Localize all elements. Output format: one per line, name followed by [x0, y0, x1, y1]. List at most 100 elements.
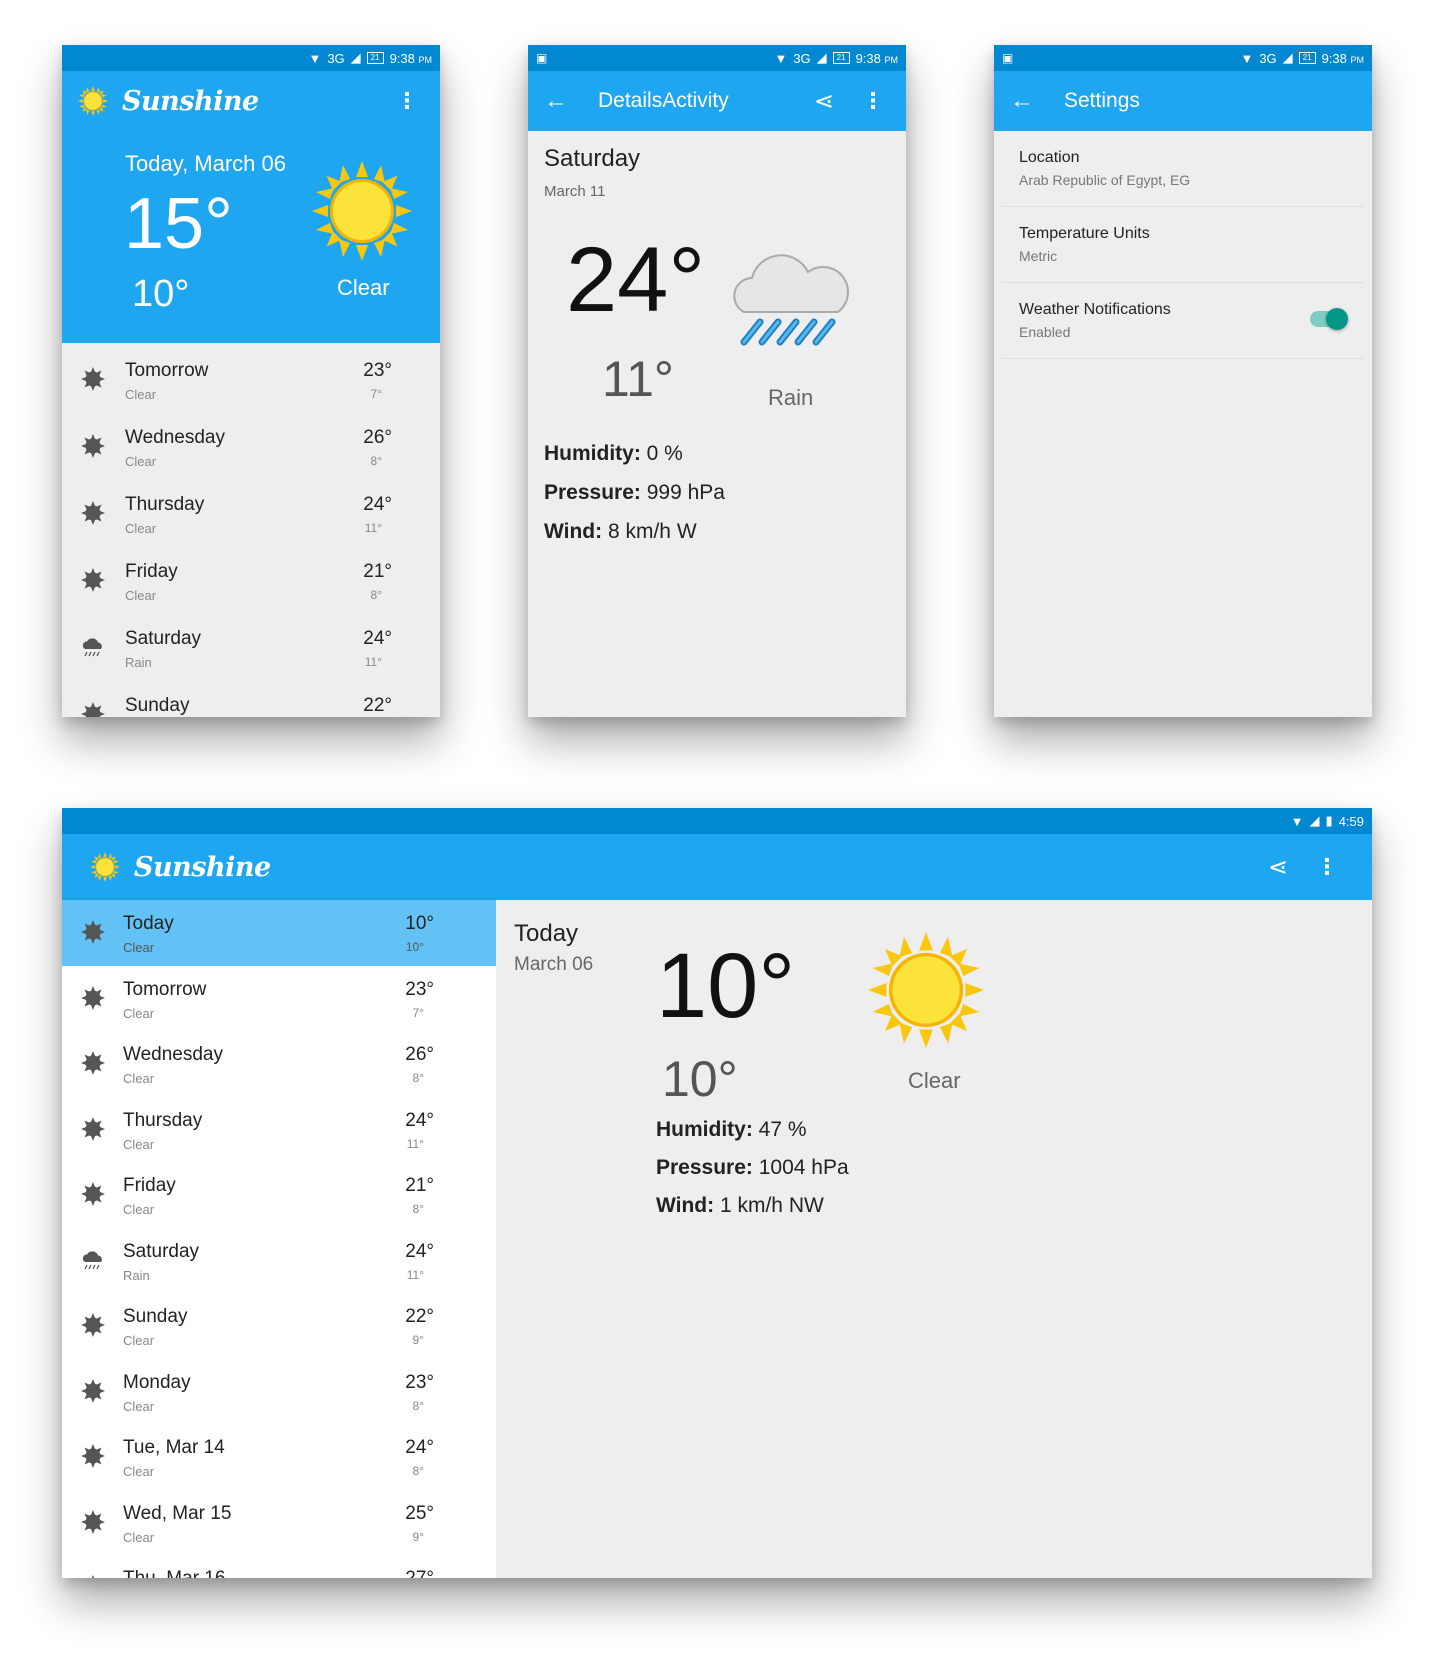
list-item[interactable]: Wednesday Clear 26° 8°: [62, 414, 440, 481]
app-bar: ← Settings: [994, 71, 1372, 131]
list-item[interactable]: Sunday 22°: [62, 682, 440, 717]
forecast-day: Tue, Mar 14: [123, 1437, 225, 1458]
list-item[interactable]: Wednesday Clear 26° 8°: [62, 1031, 496, 1097]
forecast-condition: Clear: [123, 1071, 155, 1086]
list-item[interactable]: Thursday Clear 24° 11°: [62, 481, 440, 548]
rain-cloud-icon: [726, 232, 856, 357]
share-icon[interactable]: ⋖: [814, 87, 834, 116]
app-bar: Sunshine ⋖ ⋮: [62, 834, 1372, 900]
setting-title: Weather Notifications: [1019, 301, 1171, 318]
signal-icon: ◢: [1309, 813, 1320, 828]
sun-icon: [312, 161, 412, 261]
list-item[interactable]: Today Clear 10° 10°: [62, 900, 496, 966]
image-notification-icon: ▣: [536, 51, 548, 65]
forecast-condition: Clear: [123, 1005, 155, 1021]
list-item[interactable]: Monday Clear 23° 8°: [62, 1359, 496, 1425]
humidity-value: 47 %: [758, 1118, 807, 1141]
detail-low-temp: 11°: [602, 351, 674, 407]
sun-logo-icon: [90, 852, 120, 882]
forecast-high: 25°: [405, 1502, 434, 1524]
list-item[interactable]: Tomorrow Clear 23° 7°: [62, 966, 496, 1032]
notifications-toggle[interactable]: [1310, 308, 1348, 330]
forecast-high: 26°: [363, 427, 392, 448]
forecast-high: 22°: [405, 1306, 434, 1327]
setting-summary: Metric: [1019, 248, 1058, 264]
clock-ampm: PM: [1350, 54, 1365, 65]
forecast-day: Thu, Mar 16: [123, 1568, 225, 1578]
setting-location[interactable]: Location Arab Republic of Egypt, EG: [1002, 131, 1364, 207]
main-phone-screen: ▼ 3G ◢ 21 9:38 PM Sunshine ⋮ Today, Marc…: [62, 45, 440, 717]
status-bar: ▣ ▼ 3G ◢ 21 9:38 PM: [528, 45, 906, 71]
status-bar: ▼ 3G ◢ 21 9:38 PM: [62, 45, 440, 71]
list-item[interactable]: Friday Clear 21° 8°: [62, 1162, 496, 1228]
setting-temperature-units[interactable]: Temperature Units Metric: [1002, 207, 1364, 283]
share-icon[interactable]: ⋖: [1268, 853, 1288, 882]
today-forecast-card[interactable]: Today, March 06 15° 10° Clear: [62, 131, 440, 343]
sun-icon: [81, 1444, 105, 1468]
detail-high-temp: 24°: [566, 229, 706, 331]
forecast-high: 23°: [363, 360, 392, 381]
forecast-low: 8°: [370, 454, 382, 468]
overflow-menu-icon[interactable]: ⋮: [390, 88, 424, 114]
detail-day: Saturday: [544, 145, 641, 172]
forecast-high: 24°: [405, 1240, 434, 1262]
list-item[interactable]: Sunday Clear 22° 9°: [62, 1293, 496, 1359]
overflow-menu-icon[interactable]: ⋮: [1310, 854, 1344, 880]
list-item[interactable]: Tomorrow Clear 23° 7°: [62, 347, 440, 414]
signal-icon: ◢: [1282, 50, 1293, 65]
forecast-day: Tomorrow: [125, 360, 209, 381]
forecast-low: 8°: [370, 588, 382, 602]
detail-pane: Today March 06 10° 10° Clear Humidity: 4…: [496, 900, 1372, 1578]
detail-high-temp: 10°: [656, 935, 796, 1037]
detail-day: Today: [514, 920, 579, 947]
detail-condition: Rain: [768, 385, 814, 410]
sun-icon: [81, 434, 105, 458]
list-item[interactable]: Tue, Mar 14 Clear 24° 8°: [62, 1424, 496, 1490]
humidity-label: Humidity:: [656, 1118, 753, 1141]
sun-icon: [81, 1575, 105, 1578]
forecast-high: 23°: [405, 1371, 434, 1393]
forecast-low: 8°: [412, 1398, 424, 1413]
back-arrow-icon[interactable]: ←: [1010, 87, 1034, 115]
signal-icon: ◢: [816, 50, 827, 65]
list-item[interactable]: Wed, Mar 15 Clear 25° 9°: [62, 1490, 496, 1556]
rain-icon: [81, 635, 105, 659]
list-item[interactable]: Saturday Rain 24° 11°: [62, 615, 440, 682]
sun-icon: [81, 702, 105, 717]
overflow-menu-icon[interactable]: ⋮: [856, 88, 890, 114]
network-type: 3G: [793, 50, 811, 66]
back-arrow-icon[interactable]: ←: [544, 87, 568, 115]
status-bar: ▼ ◢ ▮ 4:59: [62, 808, 1372, 834]
detail-condition: Clear: [908, 1068, 961, 1093]
clock: 9:38 PM: [856, 51, 898, 66]
sun-icon: [81, 1051, 105, 1075]
forecast-low: 9°: [412, 1529, 424, 1544]
forecast-day: Today: [123, 913, 174, 934]
sun-icon: [868, 932, 984, 1048]
sun-logo-icon: [78, 86, 108, 116]
forecast-condition: Clear: [123, 1529, 155, 1545]
list-item[interactable]: Thursday Clear 24° 11°: [62, 1097, 496, 1163]
forecast-day: Sunday: [123, 1306, 188, 1327]
list-item[interactable]: Friday Clear 21° 8°: [62, 548, 440, 615]
forecast-day: Wednesday: [125, 427, 225, 448]
wind-value: 8 km/h W: [607, 520, 697, 543]
sun-icon: [81, 1117, 105, 1141]
setting-weather-notifications[interactable]: Weather Notifications Enabled: [1002, 283, 1364, 359]
forecast-high: 22°: [363, 695, 392, 716]
list-item[interactable]: Saturday Rain 24° 11°: [62, 1228, 496, 1294]
wifi-icon: ▼: [774, 50, 788, 66]
forecast-low: 7°: [370, 387, 382, 401]
details-phone-screen: ▣ ▼ 3G ◢ 21 9:38 PM ← DetailsActivity ⋖ …: [528, 45, 906, 717]
app-title: Sunshine: [122, 85, 259, 117]
list-item[interactable]: Thu, Mar 16 27°: [62, 1555, 496, 1578]
forecast-list: Today Clear 10° 10° Tomorrow Clear 23° 7…: [62, 900, 496, 1578]
setting-summary: Arab Republic of Egypt, EG: [1019, 172, 1191, 188]
forecast-low: 8°: [412, 1464, 424, 1478]
forecast-condition: Clear: [123, 1398, 155, 1414]
forecast-low: 10°: [405, 940, 424, 954]
sun-icon: [81, 1313, 105, 1337]
clock: 9:38 PM: [1322, 51, 1364, 66]
wind-value: 1 km/h NW: [719, 1194, 824, 1217]
clock-time: 4:59: [1338, 813, 1364, 829]
